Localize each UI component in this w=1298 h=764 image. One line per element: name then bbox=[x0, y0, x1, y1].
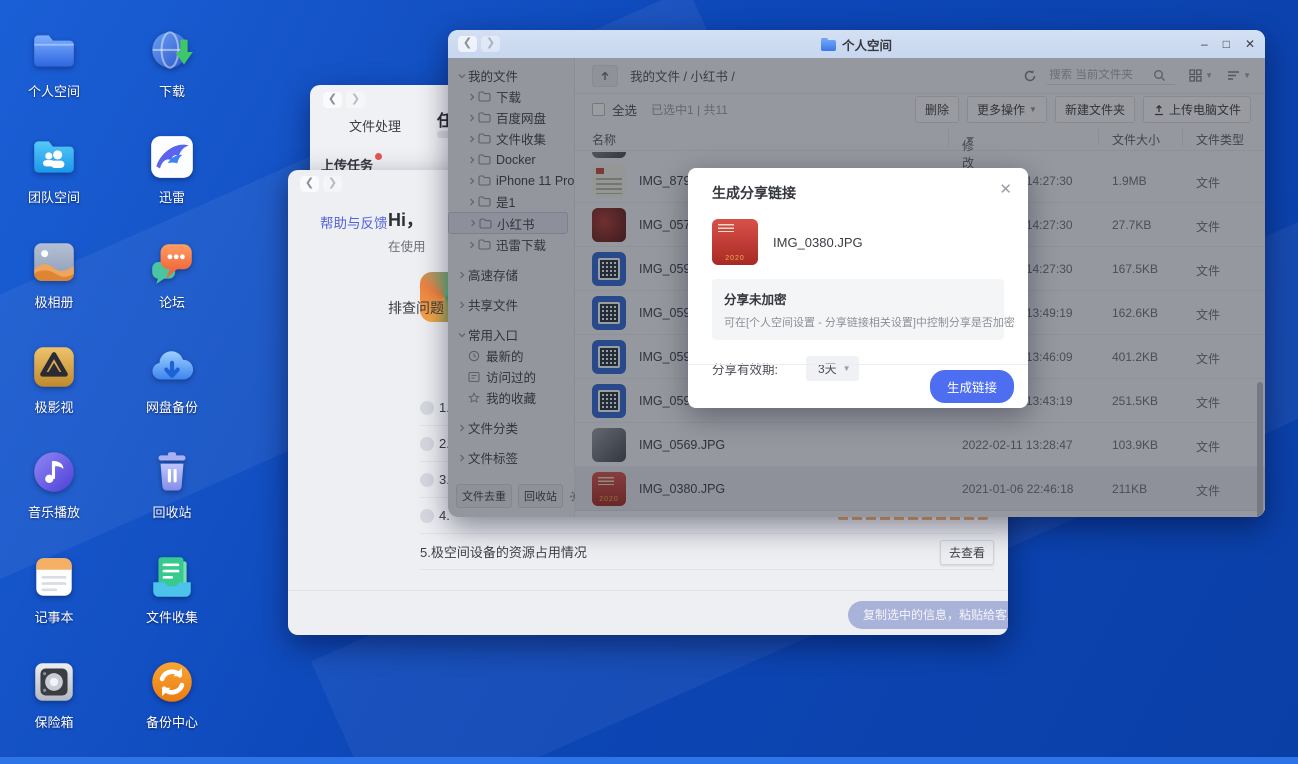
status-circle-icon bbox=[420, 509, 434, 523]
go-view-button[interactable]: 去查看 bbox=[940, 540, 994, 565]
desktop-icon-photos[interactable]: 极相册 bbox=[8, 237, 100, 311]
desktop-icon-label: 论坛 bbox=[126, 292, 218, 311]
minimize-button[interactable]: – bbox=[1201, 30, 1208, 58]
titlebar[interactable]: ❮ ❯ 个人空间 – □ ✕ bbox=[448, 30, 1265, 58]
help-section-title: 排查问题 bbox=[388, 298, 444, 318]
desktop-icon-label: 极影视 bbox=[8, 397, 100, 416]
desktop-icon-file-collect[interactable]: 文件收集 bbox=[126, 552, 218, 626]
movies-icon bbox=[8, 342, 100, 392]
window-personal-space: ❮ ❯ 个人空间 – □ ✕ 我的文件下载百度网盘文件收集DockeriPhon… bbox=[448, 30, 1265, 517]
copy-info-button[interactable]: 复制选中的信息，粘贴给客服 bbox=[848, 601, 1008, 629]
notification-dot bbox=[375, 153, 382, 160]
folder-icon bbox=[821, 40, 836, 51]
notes-icon bbox=[8, 552, 100, 602]
safe-icon bbox=[8, 657, 100, 707]
photos-icon bbox=[8, 237, 100, 287]
help-greeting-sub: 在使用 bbox=[388, 236, 426, 255]
desktop-icon-label: 音乐播放 bbox=[8, 502, 100, 521]
sidebar-item-file-process[interactable]: 文件处理 bbox=[349, 116, 401, 135]
file-thumbnail bbox=[712, 219, 758, 265]
desktop-icon-download[interactable]: 下载 bbox=[126, 26, 218, 100]
desktop-icon-safe[interactable]: 保险箱 bbox=[8, 657, 100, 731]
desktop-icon-cloud-backup[interactable]: 网盘备份 bbox=[126, 342, 218, 416]
taskbar-strip bbox=[0, 757, 1298, 764]
team-space-icon bbox=[8, 132, 100, 182]
desktop-icon-notes[interactable]: 记事本 bbox=[8, 552, 100, 626]
desktop-icon-movies[interactable]: 极影视 bbox=[8, 342, 100, 416]
desktop-icon-label: 文件收集 bbox=[126, 607, 218, 626]
forward-button[interactable]: ❯ bbox=[346, 92, 365, 108]
personal-space-icon bbox=[8, 26, 100, 76]
backup-center-icon bbox=[126, 657, 218, 707]
desktop-icon-label: 备份中心 bbox=[126, 712, 218, 731]
desktop-icon-label: 保险箱 bbox=[8, 712, 100, 731]
status-circle-icon bbox=[420, 437, 434, 451]
desktop-icon-music[interactable]: 音乐播放 bbox=[8, 447, 100, 521]
encryption-notice: 分享未加密 可在[个人空间设置 - 分享链接相关设置]中控制分享是否加密 bbox=[712, 279, 1004, 340]
recycle-bin-icon bbox=[126, 447, 218, 497]
close-icon[interactable]: ✕ bbox=[999, 180, 1012, 198]
desktop-icon-recycle-bin[interactable]: 回收站 bbox=[126, 447, 218, 521]
sidebar-item-help-feedback[interactable]: 帮助与反馈 bbox=[320, 212, 388, 232]
desktop-icon-backup-center[interactable]: 备份中心 bbox=[126, 657, 218, 731]
forward-button[interactable]: ❯ bbox=[323, 176, 342, 192]
desktop-icon-label: 下载 bbox=[126, 81, 218, 100]
share-file-name: IMG_0380.JPG bbox=[773, 235, 863, 250]
desktop-icon-forum[interactable]: 论坛 bbox=[126, 237, 218, 311]
file-collect-icon bbox=[126, 552, 218, 602]
desktop-icon-label: 网盘备份 bbox=[126, 397, 218, 416]
desktop-icon-label: 极相册 bbox=[8, 292, 100, 311]
desktop-icon-label: 回收站 bbox=[126, 502, 218, 521]
maximize-button[interactable]: □ bbox=[1223, 30, 1230, 58]
desktop-icon-label: 个人空间 bbox=[8, 81, 100, 100]
desktop-icon-xunlei[interactable]: 迅雷 bbox=[126, 132, 218, 206]
help-item-label: 5.极空间设备的资源占用情况 bbox=[420, 542, 587, 561]
desktop-icon-personal-space[interactable]: 个人空间 bbox=[8, 26, 100, 100]
download-icon bbox=[126, 26, 218, 76]
share-link-dialog: 生成分享链接 ✕ IMG_0380.JPG 分享未加密 可在[个人空间设置 - … bbox=[688, 168, 1028, 408]
back-button[interactable]: ❮ bbox=[300, 176, 319, 192]
dialog-title: 生成分享链接 bbox=[712, 183, 1004, 203]
help-greeting: Hi， bbox=[388, 206, 424, 232]
back-button[interactable]: ❮ bbox=[323, 92, 342, 108]
xunlei-icon bbox=[126, 132, 218, 182]
desktop-icon-label: 团队空间 bbox=[8, 187, 100, 206]
desktop-icon-label: 迅雷 bbox=[126, 187, 218, 206]
divider bbox=[288, 590, 1008, 591]
help-item-5.: 5.极空间设备的资源占用情况 去查看 bbox=[420, 534, 994, 570]
desktop-icon-team-space[interactable]: 团队空间 bbox=[8, 132, 100, 206]
desktop-icon-label: 记事本 bbox=[8, 607, 100, 626]
cloud-backup-icon bbox=[126, 342, 218, 392]
music-icon bbox=[8, 447, 100, 497]
close-button[interactable]: ✕ bbox=[1245, 30, 1255, 58]
generate-link-button[interactable]: 生成链接 bbox=[930, 370, 1014, 403]
status-circle-icon bbox=[420, 473, 434, 487]
window-title: 个人空间 bbox=[448, 35, 1265, 54]
status-circle-icon bbox=[420, 401, 434, 415]
forum-icon bbox=[126, 237, 218, 287]
